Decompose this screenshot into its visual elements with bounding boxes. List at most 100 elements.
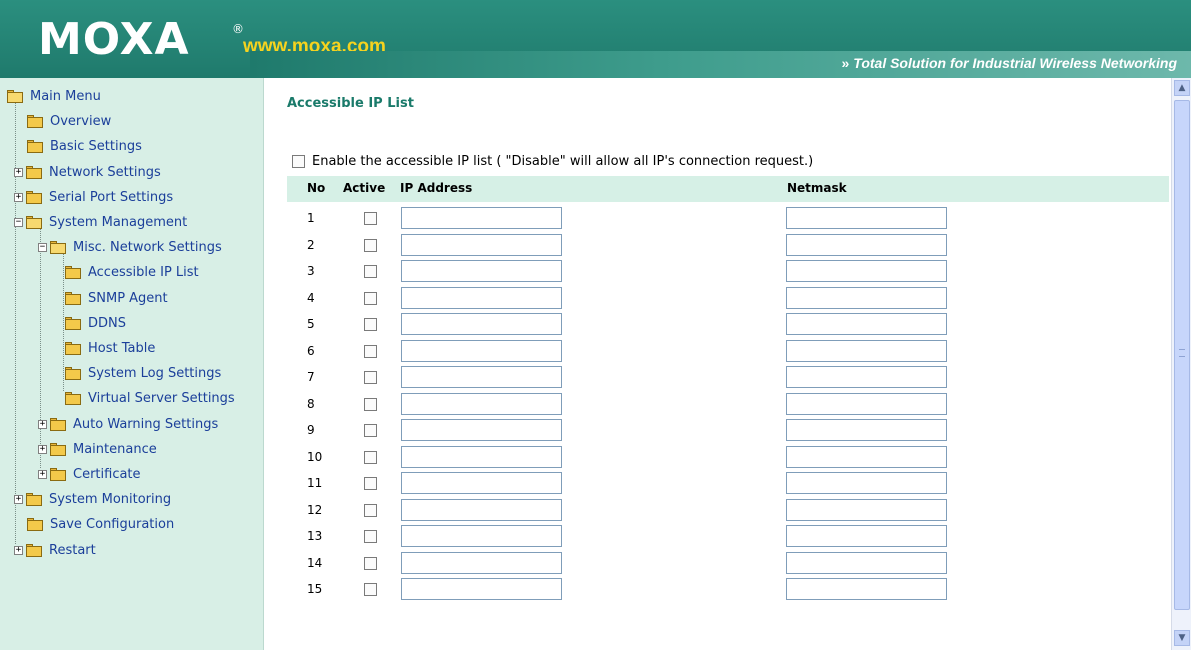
ip-address-input[interactable]	[401, 313, 562, 335]
scroll-up-arrow-icon[interactable]: ▲	[1174, 80, 1190, 96]
ip-address-input[interactable]	[401, 392, 562, 415]
table-row: 4	[287, 285, 1169, 311]
ip-address-input[interactable]	[401, 419, 562, 441]
enable-accessible-ip-checkbox[interactable]	[292, 155, 305, 168]
table-row: 8	[287, 391, 1169, 417]
netmask-input[interactable]	[786, 366, 947, 388]
active-checkbox[interactable]	[364, 397, 377, 411]
sidebar-item-network-settings[interactable]: + Network Settings	[14, 160, 161, 185]
netmask-input[interactable]	[786, 578, 947, 600]
ip-address-input[interactable]	[401, 207, 562, 229]
netmask-input[interactable]	[786, 286, 947, 309]
netmask-input[interactable]	[786, 445, 947, 468]
ip-address-input[interactable]	[401, 366, 562, 388]
collapse-icon[interactable]: −	[38, 243, 47, 253]
folder-icon	[64, 291, 82, 305]
netmask-input[interactable]	[786, 207, 947, 229]
sidebar-item-auto-warning-settings[interactable]: + Auto Warning Settings	[38, 412, 218, 437]
ip-address-input[interactable]	[401, 445, 562, 468]
active-checkbox[interactable]	[364, 530, 377, 543]
netmask-input[interactable]	[786, 313, 947, 335]
netmask-input[interactable]	[786, 498, 947, 521]
vertical-scrollbar[interactable]: ▲ ▼	[1171, 78, 1191, 650]
folder-icon	[49, 417, 67, 431]
active-checkbox[interactable]	[364, 424, 377, 437]
expand-icon[interactable]: +	[38, 444, 47, 454]
sidebar-item-save-configuration[interactable]: Save Configuration	[26, 512, 174, 537]
sidebar-item-main-menu[interactable]: Main Menu	[6, 84, 101, 109]
expand-icon[interactable]: +	[14, 545, 23, 555]
sidebar-item-label: Auto Warning Settings	[73, 416, 219, 432]
sidebar-item-system-log-settings[interactable]: System Log Settings	[64, 361, 221, 386]
sidebar-item-restart[interactable]: + Restart	[14, 538, 96, 563]
open-folder-icon	[49, 241, 67, 255]
ip-address-input[interactable]	[401, 525, 562, 547]
ip-address-input[interactable]	[401, 260, 562, 282]
open-folder-icon	[25, 216, 43, 229]
active-checkbox[interactable]	[364, 291, 377, 305]
active-checkbox[interactable]	[364, 238, 377, 252]
sidebar-item-accessible-ip-list[interactable]: Accessible IP List	[64, 260, 199, 285]
sidebar-item-label: System Management	[49, 215, 188, 230]
ip-address-input[interactable]	[401, 498, 562, 521]
active-checkbox[interactable]	[364, 503, 377, 517]
active-checkbox[interactable]	[364, 450, 377, 464]
collapse-icon[interactable]: −	[14, 218, 23, 227]
netmask-input[interactable]	[786, 551, 947, 574]
active-checkbox[interactable]	[364, 212, 377, 225]
column-header-netmask: Netmask	[787, 181, 847, 195]
expand-icon[interactable]: +	[38, 470, 47, 479]
header-banner: MOXA ® www.moxa.com » Total Solution for …	[0, 0, 1191, 78]
page-title: Accessible IP List	[287, 96, 414, 111]
sidebar-item-misc-network-settings[interactable]: − Misc. Network Settings	[38, 235, 222, 260]
active-checkbox[interactable]	[364, 344, 377, 358]
table-row: 7	[287, 364, 1169, 390]
ip-address-input[interactable]	[401, 551, 562, 574]
netmask-input[interactable]	[786, 233, 947, 256]
ip-address-input[interactable]	[401, 233, 562, 256]
sidebar-item-overview[interactable]: Overview	[26, 109, 111, 134]
netmask-input[interactable]	[786, 260, 947, 282]
folder-icon	[64, 342, 82, 355]
expand-icon[interactable]: +	[14, 495, 23, 505]
scroll-thumb[interactable]	[1174, 100, 1190, 610]
row-number: 1	[307, 211, 315, 225]
app-window: MOXA ® www.moxa.com » Total Solution for …	[0, 0, 1191, 650]
sidebar-item-label: Host Table	[88, 341, 156, 356]
active-checkbox[interactable]	[364, 371, 377, 384]
folder-icon	[49, 442, 67, 456]
sidebar-item-virtual-server-settings[interactable]: Virtual Server Settings	[64, 386, 235, 411]
sidebar-item-snmp-agent[interactable]: SNMP Agent	[64, 286, 168, 311]
ip-address-input[interactable]	[401, 339, 562, 362]
table-row: 6	[287, 338, 1169, 364]
active-checkbox[interactable]	[364, 318, 377, 331]
scroll-down-arrow-icon[interactable]: ▼	[1174, 630, 1190, 646]
sidebar-item-system-monitoring[interactable]: + System Monitoring	[14, 487, 171, 512]
table-row: 1	[287, 205, 1169, 231]
sidebar-item-maintenance[interactable]: + Maintenance	[38, 437, 157, 462]
netmask-input[interactable]	[786, 392, 947, 415]
active-checkbox[interactable]	[364, 556, 377, 570]
active-checkbox[interactable]	[364, 583, 377, 596]
sidebar-item-system-management[interactable]: − System Management	[14, 210, 187, 235]
ip-address-input[interactable]	[401, 286, 562, 309]
registered-mark: ®	[232, 22, 244, 36]
table-row: 2	[287, 232, 1169, 258]
expand-icon[interactable]: +	[14, 192, 23, 202]
netmask-input[interactable]	[786, 472, 947, 494]
sidebar-item-basic-settings[interactable]: Basic Settings	[26, 134, 142, 159]
netmask-input[interactable]	[786, 339, 947, 362]
active-checkbox[interactable]	[364, 265, 377, 278]
sidebar-item-host-table[interactable]: Host Table	[64, 336, 155, 361]
expand-icon[interactable]: +	[14, 167, 23, 177]
sidebar-item-serial-port-settings[interactable]: + Serial Port Settings	[14, 185, 173, 210]
ip-address-input[interactable]	[401, 472, 562, 494]
netmask-input[interactable]	[786, 419, 947, 441]
sidebar-item-certificate[interactable]: + Certificate	[38, 462, 141, 487]
active-checkbox[interactable]	[364, 477, 377, 490]
expand-icon[interactable]: +	[38, 419, 47, 429]
sidebar-item-label: Accessible IP List	[88, 265, 199, 281]
sidebar-item-ddns[interactable]: DDNS	[64, 311, 126, 336]
netmask-input[interactable]	[786, 525, 947, 547]
ip-address-input[interactable]	[401, 578, 562, 600]
